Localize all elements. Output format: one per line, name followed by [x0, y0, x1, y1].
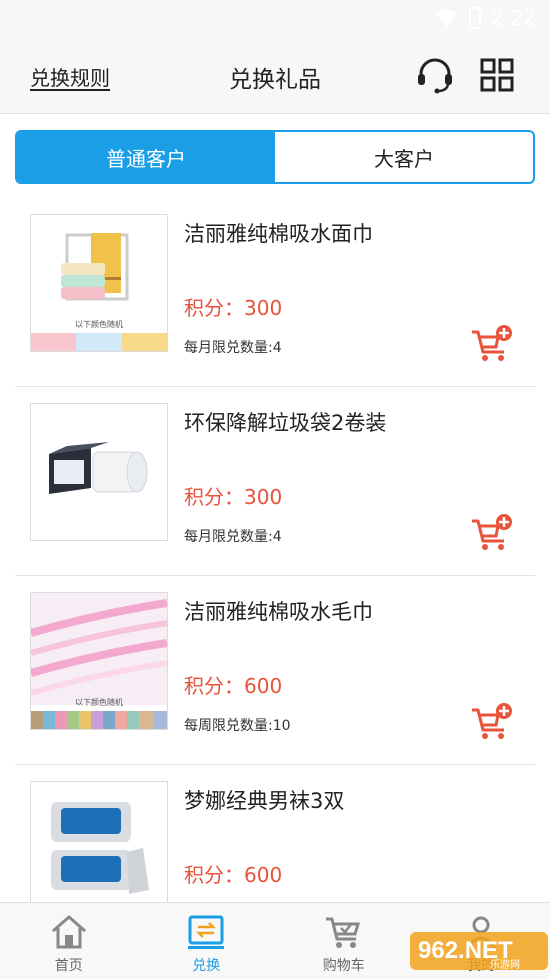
list-item[interactable]: 以下颜色随机 洁丽雅纯棉吸水面巾 积分：300 每月限兑数量:4	[0, 198, 550, 387]
shopping-cart-icon	[325, 917, 360, 948]
product-points: 积分：300	[184, 296, 283, 320]
product-name: 梦娜经典男袜3双	[184, 789, 345, 813]
tab-major-customer[interactable]: 大客户	[275, 132, 533, 182]
nav-label: 兑换	[192, 958, 221, 974]
watermark-logo: 962.NET 乐游网	[410, 932, 548, 971]
customer-type-tabs: 普通客户 大客户	[15, 130, 535, 184]
add-to-cart-icon[interactable]	[470, 324, 514, 364]
status-icons: 2:22	[435, 6, 536, 30]
status-time: 2:22	[491, 6, 536, 30]
nav-label: 首页	[54, 958, 83, 974]
nav-home[interactable]: 首页	[0, 903, 138, 979]
product-name: 洁丽雅纯棉吸水毛巾	[184, 600, 373, 624]
product-list: 以下颜色随机 洁丽雅纯棉吸水面巾 积分：300 每月限兑数量:4 环保降解垃圾袋…	[0, 198, 550, 954]
headset-icon[interactable]	[416, 58, 454, 94]
product-points: 积分：300	[184, 485, 283, 509]
nav-label: 购物车	[322, 958, 365, 974]
product-name: 洁丽雅纯棉吸水面巾	[184, 222, 373, 246]
list-item[interactable]: 环保降解垃圾袋2卷装 积分：300 每月限兑数量:4	[0, 387, 550, 576]
page-title: 兑换礼品	[229, 67, 321, 93]
add-to-cart-icon[interactable]	[470, 513, 514, 553]
add-to-cart-icon[interactable]	[470, 702, 514, 742]
header: 兑换规则 兑换礼品	[0, 40, 550, 114]
thumb-caption: 以下颜色随机	[75, 320, 123, 329]
status-bar: 2:22	[0, 0, 550, 40]
nav-exchange[interactable]: 兑换	[138, 903, 276, 979]
nav-cart[interactable]: 购物车	[275, 903, 413, 979]
product-limit: 每月限兑数量:4	[184, 529, 282, 545]
product-image-socks	[30, 781, 168, 919]
home-icon	[51, 915, 86, 949]
grid-icon[interactable]	[480, 58, 514, 92]
product-limit: 每周限兑数量:10	[184, 718, 291, 734]
list-item[interactable]: 以下颜色随机 洁丽雅纯棉吸水毛巾 积分：600 每周限兑数量:10	[0, 576, 550, 765]
watermark-subtext: 乐游网	[490, 958, 520, 971]
product-image-bath-towel: 以下颜色随机	[30, 592, 168, 730]
product-name: 环保降解垃圾袋2卷装	[184, 411, 387, 435]
battery-icon	[469, 7, 482, 29]
exchange-icon	[188, 915, 225, 949]
tab-regular-customer[interactable]: 普通客户	[17, 132, 275, 182]
product-image-garbage-bags	[30, 403, 168, 541]
product-points: 积分：600	[184, 674, 283, 698]
product-points: 积分：600	[184, 863, 283, 887]
wifi-icon	[436, 9, 459, 27]
thumb-caption: 以下颜色随机	[75, 698, 123, 707]
product-limit: 每月限兑数量:4	[184, 340, 282, 356]
product-image-face-towel: 以下颜色随机	[30, 214, 168, 352]
